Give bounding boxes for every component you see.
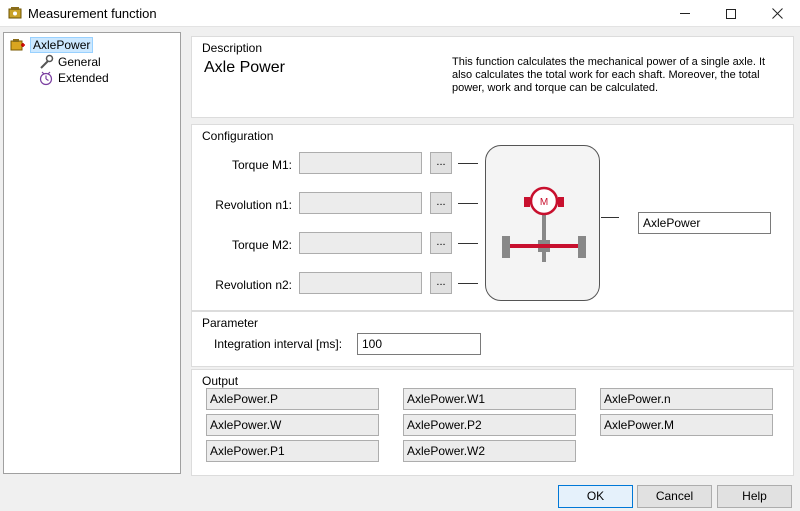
output-group: Output AxlePower.P AxlePower.W1 AxlePowe…	[191, 369, 794, 476]
output-cell-p2[interactable]: AxlePower.P2	[403, 414, 576, 436]
torque-m2-field[interactable]	[299, 232, 422, 254]
tree-item-general[interactable]: General	[38, 54, 101, 70]
integration-interval-label: Integration interval [ms]:	[214, 337, 343, 351]
connector-line	[458, 283, 478, 284]
tree-item-label: Extended	[58, 71, 109, 85]
output-connector-line	[601, 217, 619, 218]
group-title: Configuration	[202, 129, 274, 143]
torque-m2-label: Torque M2:	[231, 238, 292, 252]
parameter-group: Parameter Integration interval [ms]: 100	[191, 311, 794, 367]
torque-m2-browse-button[interactable]: ...	[430, 232, 452, 254]
connector-line	[458, 203, 478, 204]
navigation-tree: AxlePower General Extended	[3, 32, 181, 474]
timer-icon	[38, 70, 54, 86]
revolution-n2-field[interactable]	[299, 272, 422, 294]
connector-line	[458, 163, 478, 164]
revolution-n1-field[interactable]	[299, 192, 422, 214]
torque-m1-label: Torque M1:	[231, 158, 292, 172]
close-button[interactable]	[754, 0, 800, 27]
output-cell-w2[interactable]: AxlePower.W2	[403, 440, 576, 462]
revolution-n1-browse-button[interactable]: ...	[430, 192, 452, 214]
output-cell-p1[interactable]: AxlePower.P1	[206, 440, 379, 462]
axle-diagram: M	[485, 145, 600, 301]
maximize-button[interactable]	[708, 0, 754, 27]
cancel-button[interactable]: Cancel	[637, 485, 712, 508]
description-group: Description Axle Power This function cal…	[191, 36, 794, 118]
ok-button[interactable]: OK	[558, 485, 633, 508]
minimize-button[interactable]	[662, 0, 708, 27]
tree-item-label: General	[58, 55, 101, 69]
help-button[interactable]: Help	[717, 485, 792, 508]
maximize-icon	[726, 8, 736, 19]
minimize-icon	[680, 13, 690, 14]
revolution-n2-label: Revolution n2:	[215, 278, 292, 292]
tree-item-extended[interactable]: Extended	[38, 70, 109, 86]
integration-interval-input[interactable]: 100	[357, 333, 481, 355]
revolution-n1-label: Revolution n1:	[215, 198, 292, 212]
torque-m1-field[interactable]	[299, 152, 422, 174]
app-icon	[8, 6, 22, 20]
output-cell-n[interactable]: AxlePower.n	[600, 388, 773, 410]
tree-item-label: AxlePower	[30, 37, 94, 53]
output-cell-w[interactable]: AxlePower.W	[206, 414, 379, 436]
connector-line	[458, 243, 478, 244]
description-text: This function calculates the mechanical …	[452, 56, 766, 94]
output-cell-m[interactable]: AxlePower.M	[600, 414, 773, 436]
output-cell-p[interactable]: AxlePower.P	[206, 388, 379, 410]
tree-item-axlepower[interactable]: AxlePower	[10, 37, 94, 53]
function-name: Axle Power	[204, 59, 285, 76]
wrench-icon	[38, 54, 54, 70]
close-icon	[771, 8, 783, 19]
group-title: Parameter	[202, 316, 259, 330]
revolution-n2-browse-button[interactable]: ...	[430, 272, 452, 294]
output-name-field[interactable]: AxlePower	[638, 212, 771, 234]
motor-label: M	[540, 197, 548, 208]
output-cell-w1[interactable]: AxlePower.W1	[403, 388, 576, 410]
group-title: Description	[202, 41, 263, 55]
window-title: Measurement function	[28, 6, 157, 21]
title-bar: Measurement function	[0, 0, 800, 27]
configuration-group: Configuration Torque M1: ... Revolution …	[191, 124, 794, 311]
torque-m1-browse-button[interactable]: ...	[430, 152, 452, 174]
group-title: Output	[202, 374, 239, 388]
axle-motor-icon: M	[502, 186, 586, 262]
function-icon	[10, 37, 26, 53]
